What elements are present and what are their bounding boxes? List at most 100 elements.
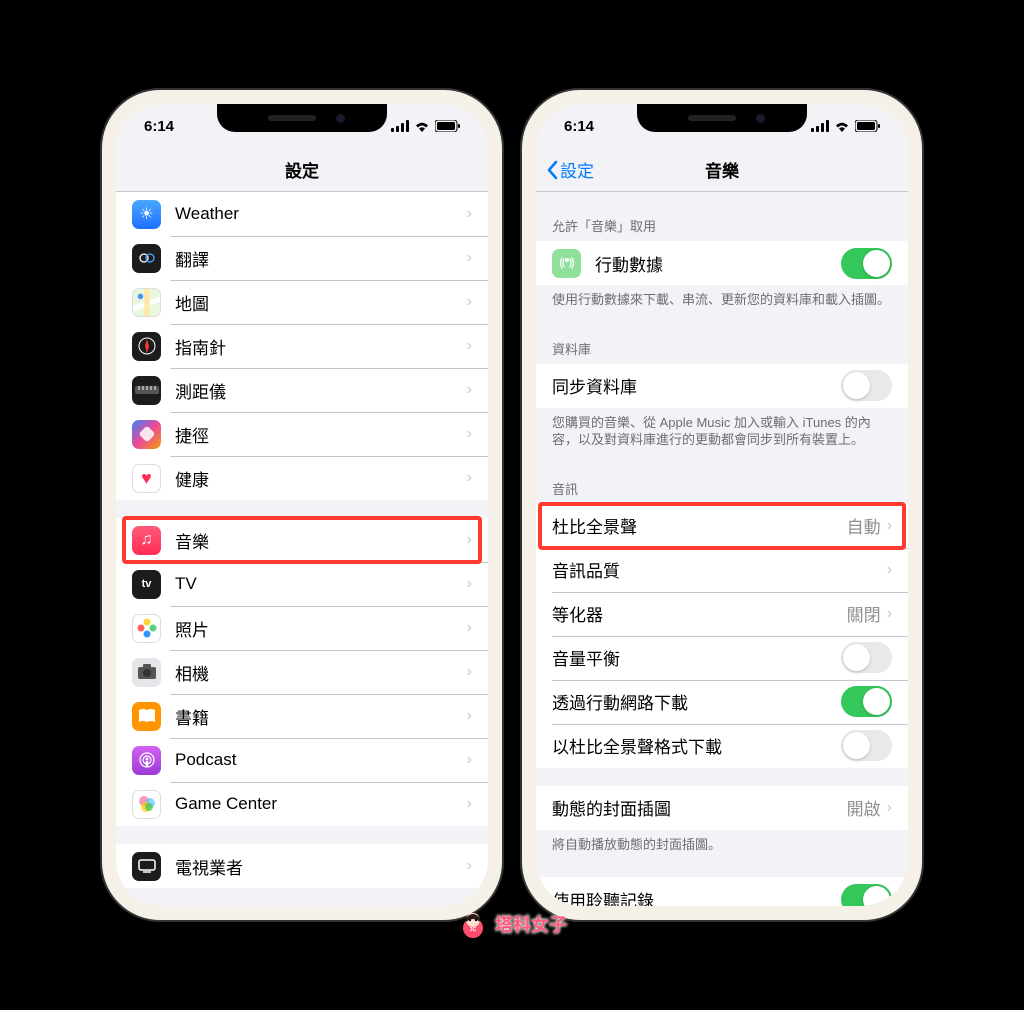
row-animated-art[interactable]: 動態的封面插圖開啟› [536, 786, 908, 830]
row-sync-library[interactable]: 同步資料庫 [536, 364, 908, 408]
chevron-icon: › [467, 337, 472, 355]
screen-left: 6:14 設定 ☀Weather› 翻譯› 地圖› 指南針› 測距儀› 捷徑› … [116, 104, 488, 906]
row-maps[interactable]: 地圖› [116, 280, 488, 324]
row-label: 書籍 [175, 704, 467, 729]
row-label: 指南針 [175, 334, 467, 359]
row-tv[interactable]: tvTV› [116, 562, 488, 606]
settings-group-3: 電視業者› [116, 844, 488, 888]
status-icons [391, 120, 460, 132]
row-cellular-download[interactable]: 透過行動網路下載 [536, 680, 908, 724]
row-label: 測距儀 [175, 378, 467, 403]
row-label: 地圖 [175, 290, 467, 315]
toggle-sync[interactable] [841, 370, 892, 401]
photos-icon [132, 614, 161, 643]
content-right[interactable]: 允許「音樂」取用 行動數據 使用行動數據來下載、串流、更新您的資料庫和載入插圖。… [536, 192, 908, 906]
row-translate[interactable]: 翻譯› [116, 236, 488, 280]
row-label: 動態的封面插圖 [552, 795, 847, 820]
row-label: 音量平衡 [552, 645, 841, 670]
row-label: Podcast [175, 750, 467, 770]
phone-right: 6:14 設定 音樂 允許「音樂」取用 行動數據 使用行動數據來下載、串流、更新… [522, 90, 922, 920]
row-gamecenter[interactable]: Game Center› [116, 782, 488, 826]
chevron-icon: › [467, 249, 472, 267]
settings-group-2: ♫音樂› tvTV› 照片› 相機› 書籍› Podcast› Game Cen… [116, 518, 488, 826]
maps-icon [132, 288, 161, 317]
wifi-icon [414, 120, 430, 132]
status-icons [811, 120, 880, 132]
row-compass[interactable]: 指南針› [116, 324, 488, 368]
status-time: 6:14 [144, 118, 174, 135]
section-footer: 使用行動數據來下載、串流、更新您的資料庫和載入插圖。 [536, 285, 908, 315]
artwork-group: 動態的封面插圖開啟› [536, 786, 908, 830]
row-eq[interactable]: 等化器關閉› [536, 592, 908, 636]
row-weather[interactable]: ☀Weather› [116, 192, 488, 236]
section-header: 資料庫 [536, 333, 908, 364]
row-measure[interactable]: 測距儀› [116, 368, 488, 412]
health-icon: ♥ [132, 464, 161, 493]
status-time: 6:14 [564, 118, 594, 135]
row-sound-check[interactable]: 音量平衡 [536, 636, 908, 680]
nav-title: 設定 [285, 157, 319, 182]
chevron-icon: › [887, 799, 892, 817]
row-audio-quality[interactable]: 音訊品質› [536, 548, 908, 592]
podcast-icon [132, 746, 161, 775]
wifi-icon [834, 120, 850, 132]
toggle-sound-check[interactable] [841, 642, 892, 673]
notch [217, 104, 387, 132]
history-group: 使用聆聽記錄 [536, 877, 908, 906]
library-group: 同步資料庫 [536, 364, 908, 408]
books-icon [132, 702, 161, 731]
row-shortcuts[interactable]: 捷徑› [116, 412, 488, 456]
music-icon: ♫ [132, 526, 161, 555]
chevron-icon: › [467, 425, 472, 443]
section-footer: 您購買的音樂、從 Apple Music 加入或輸入 iTunes 的內容，以及… [536, 408, 908, 455]
row-label: 透過行動網路下載 [552, 689, 841, 714]
signal-icon [811, 120, 829, 132]
row-camera[interactable]: 相機› [116, 650, 488, 694]
watermark-icon: 3C [457, 908, 489, 940]
row-label: 健康 [175, 466, 467, 491]
content-left[interactable]: ☀Weather› 翻譯› 地圖› 指南針› 測距儀› 捷徑› ♥健康› ♫音樂… [116, 192, 488, 906]
toggle-cellular[interactable] [841, 248, 892, 279]
row-music[interactable]: ♫音樂› [116, 518, 488, 562]
row-dolby-download[interactable]: 以杜比全景聲格式下載 [536, 724, 908, 768]
toggle-dolby-download[interactable] [841, 730, 892, 761]
chevron-icon: › [887, 517, 892, 535]
back-label: 設定 [560, 157, 594, 182]
back-button[interactable]: 設定 [546, 157, 594, 182]
toggle-history[interactable] [841, 884, 892, 906]
row-dolby-atmos[interactable]: 杜比全景聲自動› [536, 504, 908, 548]
row-label: TV [175, 574, 467, 594]
row-books[interactable]: 書籍› [116, 694, 488, 738]
signal-icon [391, 120, 409, 132]
section-header: 允許「音樂」取用 [536, 210, 908, 241]
row-label: 以杜比全景聲格式下載 [552, 733, 841, 758]
chevron-icon: › [467, 469, 472, 487]
row-listening-history[interactable]: 使用聆聽記錄 [536, 877, 908, 906]
settings-group-1: ☀Weather› 翻譯› 地圖› 指南針› 測距儀› 捷徑› ♥健康› [116, 192, 488, 500]
chevron-icon: › [887, 605, 892, 623]
row-label: 電視業者 [175, 854, 467, 879]
row-label: 捷徑 [175, 422, 467, 447]
row-label: Game Center [175, 794, 467, 814]
svg-text:3C: 3C [470, 927, 477, 933]
chevron-icon: › [467, 381, 472, 399]
chevron-icon: › [467, 663, 472, 681]
translate-icon [132, 244, 161, 273]
row-tvprovider[interactable]: 電視業者› [116, 844, 488, 888]
row-photos[interactable]: 照片› [116, 606, 488, 650]
row-podcast[interactable]: Podcast› [116, 738, 488, 782]
nav-title: 音樂 [705, 157, 739, 182]
section-footer: 將自動播放動態的封面插圖。 [536, 830, 908, 860]
row-health[interactable]: ♥ 健康› [116, 456, 488, 500]
nav-bar-right: 設定 音樂 [536, 148, 908, 192]
row-label: 杜比全景聲 [552, 513, 847, 538]
chevron-icon: › [467, 751, 472, 769]
row-label: Weather [175, 204, 467, 224]
chevron-icon: › [467, 293, 472, 311]
shortcuts-icon [132, 420, 161, 449]
row-cellular-data[interactable]: 行動數據 [536, 241, 908, 285]
screen-right: 6:14 設定 音樂 允許「音樂」取用 行動數據 使用行動數據來下載、串流、更新… [536, 104, 908, 906]
toggle-cellular-download[interactable] [841, 686, 892, 717]
row-value: 關閉 [847, 601, 881, 626]
battery-icon [855, 120, 880, 132]
